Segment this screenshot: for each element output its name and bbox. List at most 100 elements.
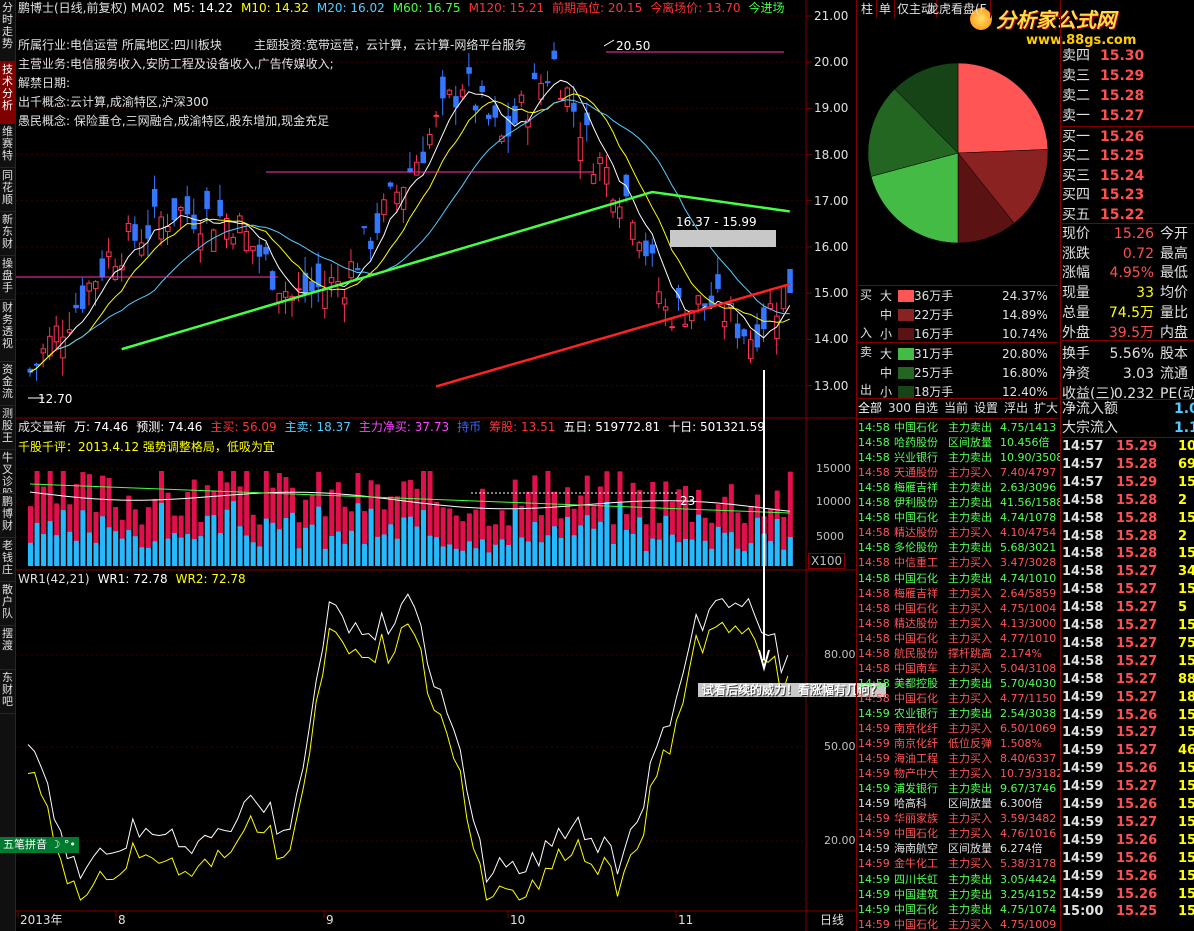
ticker-row[interactable]: 14:58 梅雁吉祥 主力买入 2.64/5859 — [858, 586, 1060, 601]
filter-tab[interactable]: 全部 — [858, 401, 882, 415]
trade-row[interactable]: 14:58 15.28 2 — [1062, 492, 1194, 510]
trade-row[interactable]: 14:58 15.27 15 — [1062, 617, 1194, 635]
ticker-row[interactable]: 14:58 多伦股份 主力卖出 5.68/3021 — [858, 540, 1060, 555]
bid-row[interactable]: 买二 15.25 — [1062, 146, 1194, 166]
ticker-row[interactable]: 14:58 中国石化 主力买入 4.75/1004 — [858, 601, 1060, 616]
trade-row[interactable]: 14:59 15.27 18 — [1062, 689, 1194, 707]
right-tab[interactable]: 柱 — [858, 0, 878, 18]
ticker-row[interactable]: 14:58 哈药股份 区间放量 10.456倍 — [858, 435, 1060, 450]
ticker-row[interactable]: 14:58 精达股份 主力买入 4.10/4754 — [858, 525, 1060, 540]
trade-row[interactable]: 14:58 15.27 15 — [1062, 653, 1194, 671]
chart-area[interactable]: 鹏博士(日线,前复权) MA02 M5: 14.22 M10: 14.32 M20: … — [0, 0, 887, 931]
ticker-row[interactable]: 14:59 物产中大 主力买入 10.73/3182 — [858, 766, 1060, 781]
ticker-row[interactable]: 14:58 中国石化 主力卖出 4.74/1078 — [858, 510, 1060, 525]
filter-tab[interactable]: 扩大 — [1034, 401, 1058, 415]
ticker-row[interactable]: 14:59 金牛化工 主力买入 5.38/3178 — [858, 856, 1060, 871]
ticker-row[interactable]: 14:59 海油工程 主力买入 8.40/6337 — [858, 751, 1060, 766]
ticker-row[interactable]: 14:58 美都控股 主力卖出 5.70/4030 — [858, 676, 1060, 691]
ticker-row[interactable]: 14:58 中国石化 主力卖出 4.74/1010 — [858, 571, 1060, 586]
ticker-row[interactable]: 14:59 中国建筑 主力卖出 3.25/4152 — [858, 887, 1060, 902]
ticker-row[interactable]: 14:58 梅雁吉祥 主力卖出 2.63/3096 — [858, 480, 1060, 495]
right-tab[interactable]: 单 — [876, 0, 896, 18]
left-tab[interactable]: 东财吧 — [0, 670, 15, 714]
left-tab[interactable]: 摆渡 — [0, 626, 15, 670]
trade-row[interactable]: 14:58 15.27 34 — [1062, 563, 1194, 581]
ticker-row[interactable]: 14:59 四川长虹 主力卖出 3.05/4424 — [858, 872, 1060, 887]
ticker-row[interactable]: 14:59 中国石化 主力卖出 4.75/1074 — [858, 902, 1060, 917]
trade-row[interactable]: 14:59 15.27 15 — [1062, 778, 1194, 796]
left-tab[interactable]: 资金流 — [0, 362, 15, 406]
bid-row[interactable]: 买一 15.26 — [1062, 127, 1194, 147]
left-tab[interactable]: 老钱庄 — [0, 538, 15, 582]
trade-row[interactable]: 14:59 15.26 15 — [1062, 832, 1194, 850]
ask-row[interactable]: 卖一 15.27 — [1062, 106, 1194, 126]
filter-tab[interactable]: 设置 — [974, 401, 998, 415]
filter-tab[interactable]: 浮出 — [1004, 401, 1028, 415]
ticker-row[interactable]: 14:59 华丽家族 主力买入 3.59/3482 — [858, 811, 1060, 826]
left-tab[interactable]: 操盘手 — [0, 256, 15, 300]
left-tab[interactable]: 技术分析 — [0, 62, 15, 124]
trade-row[interactable]: 14:59 15.27 15 — [1062, 724, 1194, 742]
filter-tab[interactable]: 自选 — [914, 401, 938, 415]
left-tab[interactable]: 散户队 — [0, 582, 15, 626]
left-tab[interactable]: 鹏博财 — [0, 494, 15, 538]
left-tab[interactable]: 新东财 — [0, 212, 15, 256]
trade-row[interactable]: 14:59 15.26 15 — [1062, 886, 1194, 904]
left-tab[interactable]: 测股王 — [0, 406, 15, 450]
filter-tab[interactable]: 300 — [888, 401, 911, 415]
volume-bar-sell — [407, 516, 413, 566]
ticker-row[interactable]: 14:59 南京化纤 主力买入 6.50/1069 — [858, 721, 1060, 736]
trade-row[interactable]: 14:58 15.27 5 — [1062, 599, 1194, 617]
ticker-row[interactable]: 14:58 兴业银行 主力卖出 10.90/3508 — [858, 450, 1060, 465]
trade-row[interactable]: 14:59 15.26 15 — [1062, 760, 1194, 778]
trade-row[interactable]: 14:59 15.27 46 — [1062, 742, 1194, 760]
ticker-row[interactable]: 14:59 中国石化 主力买入 4.75/1009 — [858, 917, 1060, 931]
ticker-row[interactable]: 14:59 浦发银行 主力卖出 9.67/3746 — [858, 781, 1060, 796]
right-tab[interactable]: 龙虎看盘(F — [924, 0, 991, 18]
trade-row[interactable]: 14:58 15.27 88 — [1062, 671, 1194, 689]
ask-row[interactable]: 卖四 15.30 — [1062, 46, 1194, 66]
trade-row[interactable]: 14:57 15.29 15 — [1062, 474, 1194, 492]
ticker-row[interactable]: 14:58 中国石化 主力买入 4.77/1150 — [858, 691, 1060, 706]
ime-indicator[interactable]: 五笔拼音 ☽ °• — [0, 837, 79, 853]
trade-row[interactable]: 14:58 15.28 15 — [1062, 545, 1194, 563]
left-tab[interactable]: 牛叉诊股 — [0, 450, 15, 494]
trade-row[interactable]: 14:59 15.26 15 — [1062, 796, 1194, 814]
ticker-row[interactable]: 14:59 海南航空 区间放量 6.274倍 — [858, 841, 1060, 856]
ticker-row[interactable]: 14:59 哈高科 区间放量 6.300倍 — [858, 796, 1060, 811]
trade-row[interactable]: 15:00 15.25 15 — [1062, 903, 1194, 921]
left-tab[interactable]: 同花顺 — [0, 168, 15, 212]
ask-row[interactable]: 卖二 15.28 — [1062, 86, 1194, 106]
ticker-row[interactable]: 14:59 农业银行 主力卖出 2.54/3038 — [858, 706, 1060, 721]
trade-row[interactable]: 14:58 15.28 2 — [1062, 528, 1194, 546]
ticker-row[interactable]: 14:58 中国石化 主力卖出 4.75/1413 — [858, 420, 1060, 435]
trade-row[interactable]: 14:57 15.28 69 — [1062, 456, 1194, 474]
ticker-row[interactable]: 14:58 中国南车 主力买入 5.04/3108 — [858, 661, 1060, 676]
trade-row[interactable]: 14:59 15.27 15 — [1062, 814, 1194, 832]
ticker-row[interactable]: 14:58 航民股份 撑杆跳高 2.174% — [858, 646, 1060, 661]
left-tab[interactable]: 分时走势 — [0, 0, 15, 62]
trade-row[interactable]: 14:59 15.26 15 — [1062, 850, 1194, 868]
ticker-row[interactable]: 14:59 南京化纤 低位反弹 1.508% — [858, 736, 1060, 751]
kline-chart-svg[interactable] — [16, 0, 856, 931]
ask-row[interactable]: 卖三 15.29 — [1062, 66, 1194, 86]
bid-row[interactable]: 买三 15.24 — [1062, 166, 1194, 186]
trade-row[interactable]: 14:58 15.27 15 — [1062, 581, 1194, 599]
ticker-row[interactable]: 14:58 中信重工 主力买入 3.47/3028 — [858, 555, 1060, 570]
ticker-row[interactable]: 14:58 精达股份 主力买入 4.13/3000 — [858, 616, 1060, 631]
ticker-row[interactable]: 14:59 中国石化 主力买入 4.76/1016 — [858, 826, 1060, 841]
bid-row[interactable]: 买五 15.22 — [1062, 205, 1194, 225]
trade-row[interactable]: 14:58 15.28 15 — [1062, 510, 1194, 528]
trade-row[interactable]: 14:57 15.29 10 — [1062, 438, 1194, 456]
ticker-row[interactable]: 14:58 伊利股份 主力卖出 41.56/1588 — [858, 495, 1060, 510]
ticker-row[interactable]: 14:58 天通股份 主力买入 7.40/4797 — [858, 465, 1060, 480]
filter-tab[interactable]: 当前 — [944, 401, 968, 415]
trade-row[interactable]: 14:58 15.27 75 — [1062, 635, 1194, 653]
trade-row[interactable]: 14:59 15.26 15 — [1062, 707, 1194, 725]
left-tab[interactable]: 维赛特 — [0, 124, 15, 168]
trade-row[interactable]: 14:59 15.26 15 — [1062, 868, 1194, 886]
left-tab[interactable]: 财务透视 — [0, 300, 15, 362]
period-label[interactable]: 日线 — [820, 913, 844, 927]
bid-row[interactable]: 买四 15.23 — [1062, 185, 1194, 205]
ticker-row[interactable]: 14:58 中国石化 主力买入 4.77/1010 — [858, 631, 1060, 646]
